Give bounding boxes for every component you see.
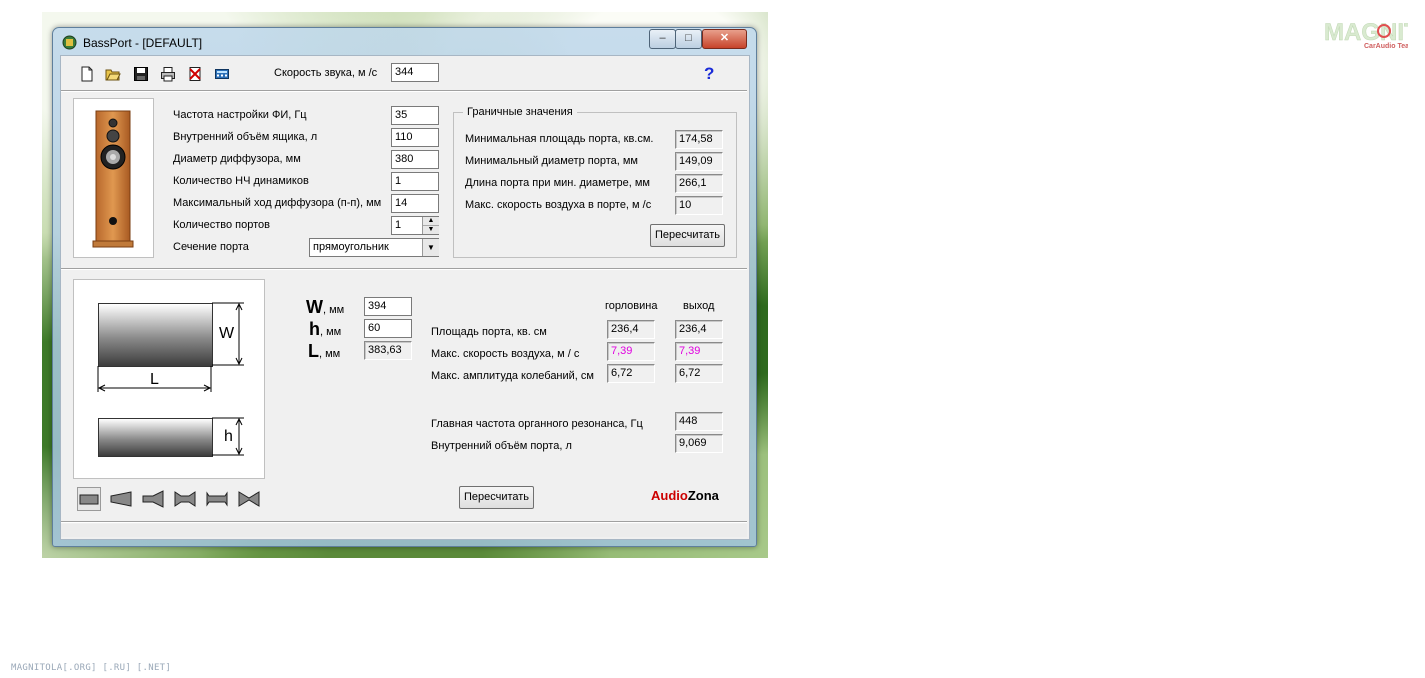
port-volume-value: 9,069 bbox=[675, 434, 723, 453]
maximize-button[interactable]: □ bbox=[675, 29, 702, 49]
max-air-speed-label: Макс. скорость воздуха в порте, м /с bbox=[465, 199, 652, 211]
length-min-diam-label: Длина порта при мин. диаметре, мм bbox=[465, 177, 650, 189]
fi-freq-label: Частота настройки ФИ, Гц bbox=[173, 109, 307, 121]
dim-h-label: h, мм bbox=[309, 319, 342, 339]
stepper-down-icon[interactable]: ▼ bbox=[423, 226, 439, 234]
port-area-throat-value: 236,4 bbox=[607, 320, 655, 339]
double-flare-port-icon bbox=[174, 491, 196, 507]
sound-speed-input[interactable]: 344 bbox=[391, 63, 439, 82]
min-diameter-value: 149,09 bbox=[675, 152, 723, 171]
toolbar-separator bbox=[61, 90, 747, 92]
maximize-icon: □ bbox=[685, 32, 692, 44]
max-excursion-input[interactable]: 14 bbox=[391, 194, 439, 213]
diagram-l-label: L bbox=[150, 371, 159, 388]
horn-port-icon bbox=[142, 490, 164, 508]
close-icon: ✕ bbox=[719, 32, 730, 44]
port-shape-taper-button[interactable] bbox=[109, 487, 133, 511]
port-section-value: прямоугольник bbox=[313, 241, 389, 253]
exit-column-header: выход bbox=[683, 300, 715, 312]
minimize-icon: – bbox=[659, 32, 666, 44]
minimize-button[interactable]: – bbox=[649, 29, 676, 49]
min-diameter-label: Минимальный диаметр порта, мм bbox=[465, 155, 638, 167]
amplitude-throat-value: 6,72 bbox=[607, 364, 655, 383]
flanged-port-icon bbox=[206, 491, 228, 507]
organ-freq-label: Главная частота органного резонанса, Гц bbox=[431, 418, 643, 430]
amplitude-label: Макс. амплитуда колебаний, см bbox=[431, 370, 594, 382]
cone-diameter-input[interactable]: 380 bbox=[391, 150, 439, 169]
chevron-down-icon[interactable]: ▼ bbox=[422, 239, 439, 256]
woofer-count-label: Количество НЧ динамиков bbox=[173, 175, 309, 187]
air-speed-throat-value: 7,39 bbox=[607, 342, 655, 361]
dim-h-input[interactable]: 60 bbox=[364, 319, 412, 338]
watermark-text: MAGNITOLA[.ORG] [.RU] [.NET] bbox=[11, 663, 172, 673]
air-speed-exit-value: 7,39 bbox=[675, 342, 723, 361]
port-shape-rect-button[interactable] bbox=[77, 487, 101, 511]
port-front-shape bbox=[98, 303, 213, 367]
sound-speed-label: Скорость звука, м /с bbox=[274, 67, 378, 79]
stepper-up-icon[interactable]: ▲ bbox=[423, 217, 439, 226]
max-air-speed-value: 10 bbox=[675, 196, 723, 215]
open-folder-icon[interactable] bbox=[105, 66, 121, 82]
diagram-w-label: W bbox=[219, 325, 235, 342]
port-section-select[interactable]: прямоугольник bbox=[309, 238, 439, 257]
bowtie-port-icon bbox=[238, 491, 260, 507]
port-shape-bowtie-button[interactable] bbox=[237, 487, 261, 511]
port-side-shape bbox=[98, 418, 213, 457]
woofer-count-input[interactable]: 1 bbox=[391, 172, 439, 191]
limits-title: Граничные значения bbox=[463, 106, 577, 118]
diagram-h-label: h bbox=[224, 428, 233, 445]
print-icon[interactable] bbox=[160, 66, 176, 82]
magnitola-watermark-logo: MAGNITOLA CarAudio Team bbox=[1324, 19, 1408, 50]
close-button[interactable]: ✕ bbox=[702, 29, 747, 49]
box-volume-input[interactable]: 110 bbox=[391, 128, 439, 147]
port-area-exit-value: 236,4 bbox=[675, 320, 723, 339]
svg-text:CarAudio Team: CarAudio Team bbox=[1364, 43, 1408, 50]
cone-diameter-label: Диаметр диффузора, мм bbox=[173, 153, 301, 165]
port-shape-horn-button[interactable] bbox=[141, 487, 165, 511]
section-separator bbox=[61, 268, 747, 270]
port-count-label: Количество портов bbox=[173, 219, 270, 231]
speaker-image-panel bbox=[73, 98, 154, 258]
length-min-diam-value: 266,1 bbox=[675, 174, 723, 193]
help-icon[interactable]: ? bbox=[704, 64, 714, 84]
port-shape-flanged-button[interactable] bbox=[205, 487, 229, 511]
organ-freq-value: 448 bbox=[675, 412, 723, 431]
save-icon[interactable] bbox=[133, 66, 149, 82]
svg-text:MAGNITOLA: MAGNITOLA bbox=[1324, 19, 1408, 46]
rectangle-port-icon bbox=[79, 494, 99, 505]
port-shape-flare-button[interactable] bbox=[173, 487, 197, 511]
port-volume-label: Внутренний объём порта, л bbox=[431, 440, 572, 452]
taper-port-icon bbox=[110, 491, 132, 507]
amplitude-exit-value: 6,72 bbox=[675, 364, 723, 383]
bottom-separator bbox=[61, 521, 747, 523]
calculator-icon[interactable] bbox=[214, 66, 230, 82]
throat-column-header: горловина bbox=[605, 300, 658, 312]
limits-recalculate-button[interactable]: Пересчитать bbox=[650, 224, 725, 247]
box-volume-label: Внутренний объём ящика, л bbox=[173, 131, 318, 143]
dim-w-input[interactable]: 394 bbox=[364, 297, 412, 316]
dim-l-label: L, мм bbox=[308, 341, 341, 361]
new-file-icon[interactable] bbox=[79, 66, 95, 82]
air-speed-label: Макс. скорость воздуха, м / с bbox=[431, 348, 580, 360]
delete-icon[interactable] bbox=[187, 66, 203, 82]
status-bar bbox=[61, 524, 747, 537]
dim-l-value: 383,63 bbox=[364, 341, 412, 360]
window-title: BassPort - [DEFAULT] bbox=[83, 36, 203, 50]
dim-w-label: W, мм bbox=[306, 297, 345, 317]
min-area-value: 174,58 bbox=[675, 130, 723, 149]
app-icon bbox=[62, 35, 77, 50]
audiozona-logo: AudioZona bbox=[651, 488, 719, 503]
fi-freq-input[interactable]: 35 bbox=[391, 106, 439, 125]
max-excursion-label: Максимальный ход диффузора (п-п), мм bbox=[173, 197, 382, 209]
min-area-label: Минимальная площадь порта, кв.см. bbox=[465, 133, 654, 145]
speaker-image bbox=[92, 110, 134, 248]
port-section-label: Сечение порта bbox=[173, 241, 249, 253]
port-count-stepper[interactable]: ▲ ▼ bbox=[422, 217, 439, 234]
recalculate-button[interactable]: Пересчитать bbox=[459, 486, 534, 509]
port-area-label: Площадь порта, кв. см bbox=[431, 326, 547, 338]
